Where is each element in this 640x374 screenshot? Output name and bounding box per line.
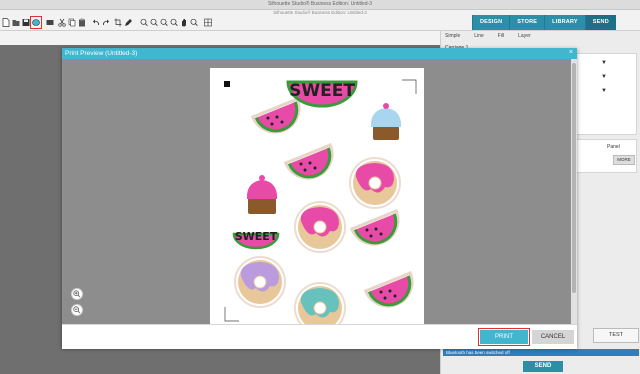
- sticker-cupcake: [246, 175, 278, 214]
- send-to-cutter-icon[interactable]: [46, 18, 54, 27]
- zoom-selection-icon[interactable]: [190, 18, 198, 27]
- mode-line[interactable]: Line: [474, 33, 483, 39]
- window-titlebar: Silhouette Studio® Business Edition: Unt…: [0, 0, 640, 10]
- dialog-header: Print Preview (Untitled-3) ×: [62, 48, 577, 59]
- mode-simple[interactable]: Simple: [445, 33, 460, 39]
- registration-mark: [224, 81, 230, 87]
- sticker-watermelon: [364, 271, 421, 315]
- tab-library[interactable]: LIBRARY: [544, 15, 585, 30]
- zoom-out-icon[interactable]: [71, 304, 83, 316]
- chevron-down-icon[interactable]: ▼: [601, 74, 607, 80]
- tab-design[interactable]: DESIGN: [472, 15, 510, 30]
- print-page: SWEET SWEET: [210, 68, 424, 324]
- zoom-drag-icon[interactable]: [160, 18, 168, 27]
- sticker-donut: [234, 256, 286, 308]
- preview-scrollbar[interactable]: [571, 59, 577, 324]
- registration-mark: [224, 307, 239, 322]
- sticker-watermelon: [251, 97, 308, 141]
- sticker-donut: [294, 201, 346, 253]
- preview-area: SWEET SWEET: [62, 59, 577, 324]
- cut-icon[interactable]: [58, 18, 66, 27]
- sticker-donut: [349, 157, 401, 209]
- test-button[interactable]: TEST: [593, 328, 639, 343]
- send-button[interactable]: SEND: [523, 361, 563, 372]
- mode-fill[interactable]: Fill: [498, 33, 504, 39]
- sticker-text: SWEET: [235, 230, 278, 243]
- close-icon[interactable]: ×: [569, 49, 573, 56]
- more-button[interactable]: MORE: [613, 155, 635, 165]
- send-mode-options: Simple Line Fill Layer: [445, 33, 531, 39]
- sticker-watermelon: [350, 209, 407, 253]
- dialog-footer: PRINT CANCEL: [62, 324, 577, 349]
- crop-icon[interactable]: [114, 18, 122, 27]
- sticker-donut: [294, 282, 346, 324]
- new-document-icon[interactable]: [2, 18, 10, 27]
- zoom-in-icon[interactable]: [71, 288, 83, 300]
- save-icon[interactable]: [22, 18, 30, 27]
- tab-store[interactable]: STORE: [509, 15, 545, 30]
- mode-layer[interactable]: Layer: [518, 33, 531, 39]
- print-button[interactable]: PRINT: [478, 328, 530, 346]
- print-preview-dialog: Print Preview (Untitled-3) × SWEET SWEET…: [62, 48, 577, 349]
- paste-icon[interactable]: [78, 18, 86, 27]
- chevron-down-icon[interactable]: ▼: [601, 88, 607, 94]
- window-title: Silhouette Studio® Business Edition: Unt…: [267, 1, 373, 7]
- redo-icon[interactable]: [102, 18, 110, 27]
- undo-icon[interactable]: [92, 18, 100, 27]
- chevron-down-icon[interactable]: ▼: [601, 60, 607, 66]
- sticker-text: SWEET: [289, 81, 355, 101]
- zoom-fit-icon[interactable]: [170, 18, 178, 27]
- registration-mark: [402, 79, 417, 94]
- canvas-ruler: [0, 31, 440, 45]
- pen-tool-icon[interactable]: [124, 18, 132, 27]
- sticker-cupcake: [370, 103, 402, 140]
- cancel-button[interactable]: CANCEL: [532, 330, 574, 344]
- pan-hand-icon[interactable]: [180, 18, 188, 27]
- print-preview-icon[interactable]: [30, 16, 42, 29]
- scrollbar-thumb[interactable]: [572, 63, 576, 293]
- sticker-sweet-watermelon: SWEET: [232, 230, 280, 250]
- bluetooth-status-banner: Bluetooth has been switched off: [443, 349, 639, 356]
- open-folder-icon[interactable]: [12, 18, 20, 27]
- tab-send[interactable]: SEND: [584, 15, 616, 30]
- grid-toggle-icon[interactable]: [204, 18, 212, 27]
- zoom-in-toolbar-icon[interactable]: [140, 18, 148, 27]
- sticker-watermelon: [284, 143, 341, 187]
- panel-label: Panel: [607, 144, 620, 150]
- copy-icon[interactable]: [68, 18, 76, 27]
- zoom-out-toolbar-icon[interactable]: [150, 18, 158, 27]
- dialog-title: Print Preview (Untitled-3): [65, 50, 138, 57]
- sticker-sheet-preview: SWEET SWEET: [224, 79, 421, 324]
- navigation-tabs: DESIGN STORE LIBRARY SEND: [472, 15, 616, 30]
